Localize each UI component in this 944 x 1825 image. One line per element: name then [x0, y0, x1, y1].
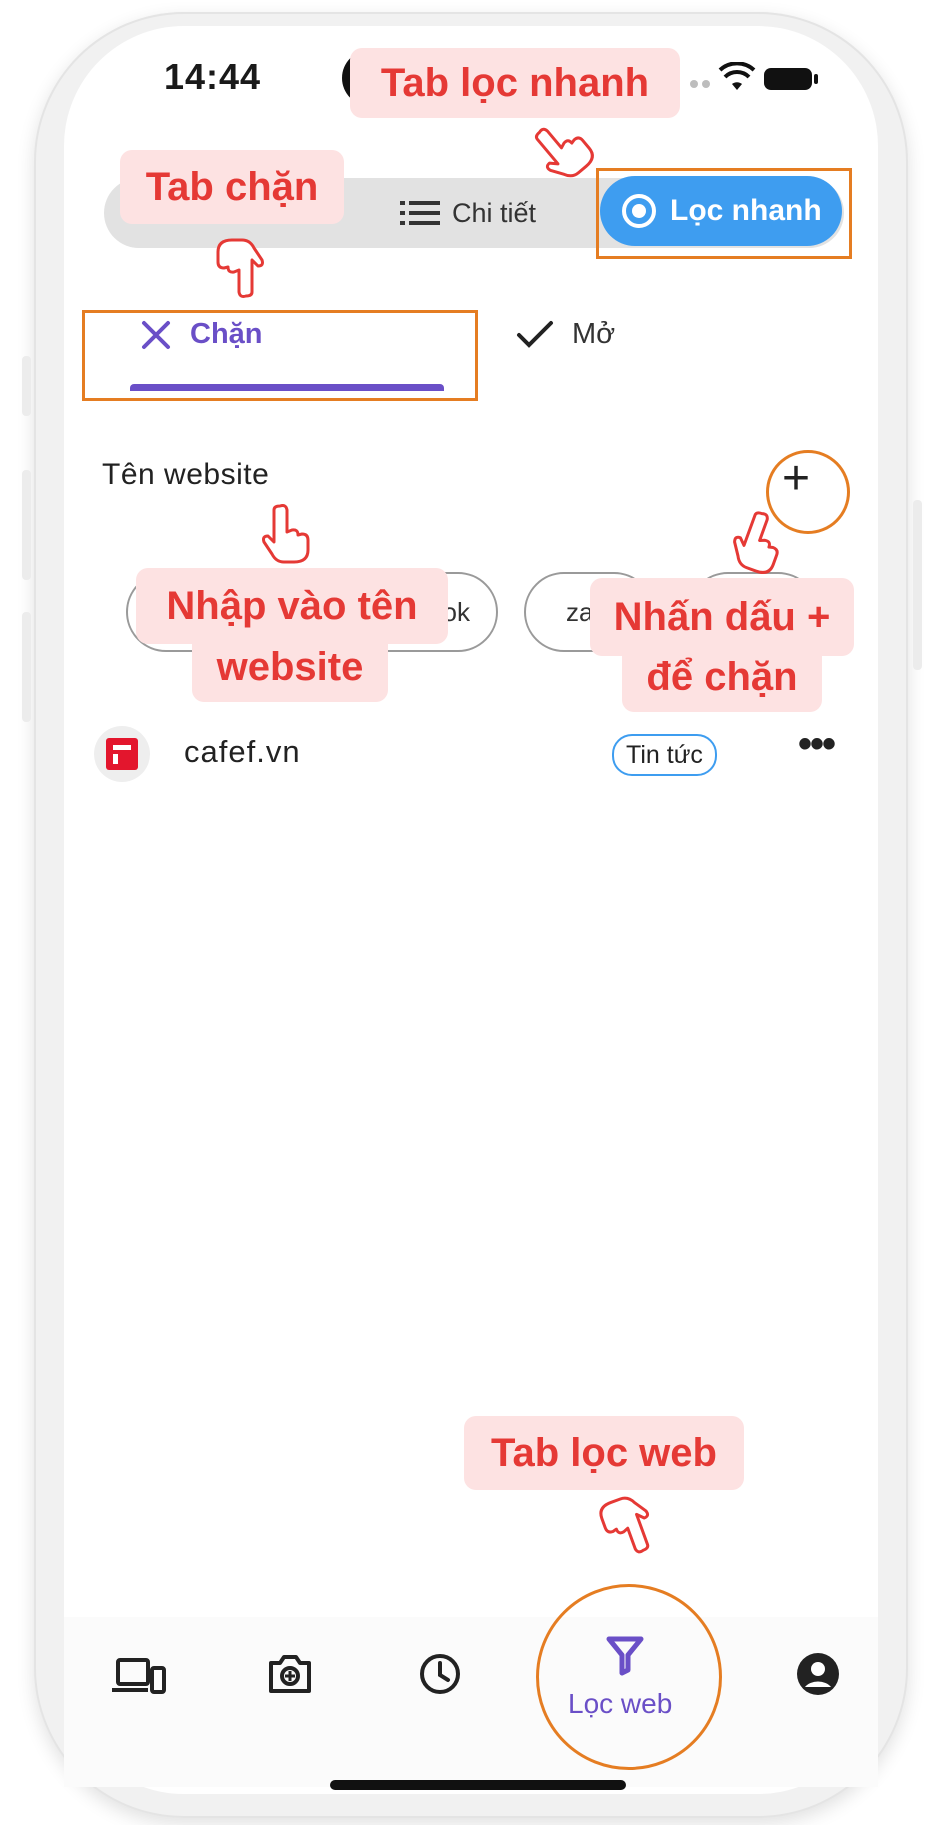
clock-icon[interactable] — [418, 1652, 462, 1696]
status-time: 14:44 — [164, 56, 262, 97]
cafef-logo-icon — [106, 738, 138, 770]
phone-side-button — [913, 500, 922, 670]
battery-icon — [764, 68, 812, 90]
check-icon — [517, 320, 553, 348]
home-indicator — [330, 1780, 626, 1790]
highlight-web-filter — [536, 1584, 722, 1770]
camera-icon[interactable] — [268, 1654, 312, 1694]
highlight-quick-filter — [596, 168, 852, 259]
site-favicon — [94, 726, 150, 782]
website-name-field[interactable]: Tên website — [102, 458, 269, 492]
annotation-block-tab: Tab chặn — [120, 150, 344, 224]
phone-side-button — [22, 356, 31, 416]
pointing-hand-icon — [216, 238, 264, 298]
devices-icon[interactable] — [112, 1656, 166, 1696]
annotation-quick-tab: Tab lọc nhanh — [350, 48, 680, 118]
phone-screen — [64, 26, 878, 1794]
phone-side-button — [22, 612, 31, 722]
annotation-press-plus-line2: để chặn — [622, 642, 822, 712]
tab-open-label: Mở — [572, 318, 616, 350]
signal-dots-icon — [690, 80, 710, 88]
tab-detail[interactable]: Chi tiết — [400, 190, 536, 236]
tab-open[interactable]: Mở — [516, 318, 615, 351]
pointing-hand-icon — [262, 504, 310, 564]
annotation-web-filter-tab: Tab lọc web — [464, 1416, 744, 1490]
more-horizontal-icon[interactable]: ••• — [798, 722, 836, 767]
category-badge: Tin tức — [612, 734, 717, 776]
list-icon — [400, 201, 440, 225]
blocked-site-name: cafef.vn — [184, 734, 301, 769]
battery-tip — [814, 74, 818, 84]
account-icon[interactable] — [796, 1652, 840, 1696]
wifi-icon — [718, 62, 756, 90]
tab-detail-label: Chi tiết — [452, 197, 537, 228]
highlight-block-tab — [82, 310, 478, 401]
phone-side-button — [22, 470, 31, 580]
annotation-enter-name-line2: website — [192, 632, 388, 702]
bottom-navigation — [64, 1617, 878, 1787]
